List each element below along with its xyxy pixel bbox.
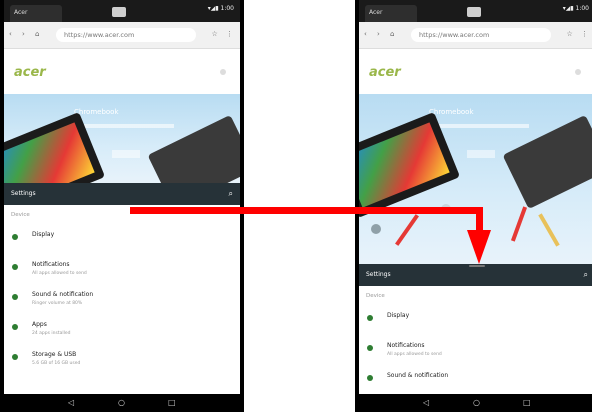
browser-toolbar: ‹ › ⌂ https://www.acer.com ☆ ⋮: [359, 22, 592, 49]
browser-tab[interactable]: Acer: [10, 5, 62, 22]
hero-subtitle: [439, 124, 529, 128]
hero-title: Chromebook: [429, 108, 474, 116]
browser-menu-icons[interactable]: ☆ ⋮: [566, 30, 591, 38]
apps-icon: [12, 324, 18, 330]
section-header: Device: [366, 293, 385, 299]
settings-panel-bar[interactable]: Settings ⌕: [4, 183, 240, 205]
device-left: Acer ▾◢▮ 1:00 ‹ › ⌂ https://www.acer.com…: [0, 0, 244, 412]
nav-icons[interactable]: ‹ › ⌂: [364, 30, 399, 38]
settings-item-notifications[interactable]: Notifications All apps allowed to send: [4, 254, 240, 284]
site-header: acer: [359, 49, 592, 94]
decor-pencil: [395, 214, 419, 246]
hero-subtitle: [84, 124, 174, 128]
screen-left: Acer ▾◢▮ 1:00 ‹ › ⌂ https://www.acer.com…: [4, 0, 240, 394]
sound-icon: [367, 375, 373, 381]
settings-item-storage[interactable]: Storage & USB 5.6 GB of 16 GB used: [4, 344, 240, 374]
address-bar[interactable]: https://www.acer.com: [411, 28, 551, 42]
address-bar[interactable]: https://www.acer.com: [56, 28, 196, 42]
url-text: https://www.acer.com: [419, 31, 490, 39]
home-icon[interactable]: ○: [473, 398, 480, 407]
hero-button[interactable]: [467, 150, 495, 158]
browser-tabbar: Acer ▾◢▮ 1:00: [359, 0, 592, 22]
decor-pencil: [510, 206, 528, 242]
hero-title: Chromebook: [74, 108, 119, 116]
menu-icon[interactable]: [575, 69, 581, 75]
settings-item-notifications[interactable]: Notifications All apps allowed to send: [359, 335, 592, 365]
search-icon[interactable]: ⌕: [229, 189, 233, 199]
back-icon[interactable]: ◁: [423, 398, 429, 407]
search-icon[interactable]: ⌕: [584, 270, 588, 280]
bell-icon: [12, 264, 18, 270]
home-icon[interactable]: ○: [118, 398, 125, 407]
tab-title: Acer: [14, 9, 28, 16]
new-tab-button[interactable]: [112, 7, 126, 17]
settings-title: Settings: [11, 190, 36, 197]
sound-icon: [12, 294, 18, 300]
site-header: acer: [4, 49, 240, 94]
android-navbar: ◁ ○ □: [0, 394, 244, 412]
annotation-arrow-shaft: [130, 207, 483, 214]
device-right: Acer ▾◢▮ 1:00 ‹ › ⌂ https://www.acer.com…: [355, 0, 592, 412]
android-navbar: ◁ ○ □: [355, 394, 592, 412]
status-icons: ▾◢▮ 1:00: [207, 5, 234, 12]
settings-item-display[interactable]: Display: [4, 224, 240, 254]
browser-toolbar: ‹ › ⌂ https://www.acer.com ☆ ⋮: [4, 22, 240, 49]
screen-right: Acer ▾◢▮ 1:00 ‹ › ⌂ https://www.acer.com…: [359, 0, 592, 394]
storage-icon: [12, 354, 18, 360]
settings-item-apps[interactable]: Apps 24 apps installed: [4, 314, 240, 344]
browser-menu-icons[interactable]: ☆ ⋮: [211, 30, 236, 38]
recents-icon[interactable]: □: [523, 398, 531, 407]
settings-item-sound[interactable]: Sound & notification Ringer volume at 80%: [4, 284, 240, 314]
drag-handle[interactable]: [469, 265, 485, 267]
annotation-arrow-head: [467, 230, 491, 264]
tab-title: Acer: [369, 9, 383, 16]
menu-icon[interactable]: [220, 69, 226, 75]
status-icons: ▾◢▮ 1:00: [562, 5, 589, 12]
browser-tabbar: Acer ▾◢▮ 1:00: [4, 0, 240, 22]
decor-pencil: [538, 213, 560, 247]
hero-button[interactable]: [112, 150, 140, 158]
settings-item-display[interactable]: Display: [359, 305, 592, 335]
decor-pin: [371, 224, 381, 234]
settings-title: Settings: [366, 271, 391, 278]
bell-icon: [367, 345, 373, 351]
display-icon: [367, 315, 373, 321]
settings-panel-bar[interactable]: Settings ⌕: [359, 264, 592, 286]
new-tab-button[interactable]: [467, 7, 481, 17]
display-icon: [12, 234, 18, 240]
hero-banner[interactable]: Chromebook: [4, 94, 240, 183]
tablet-image: [4, 111, 106, 183]
recents-icon[interactable]: □: [168, 398, 176, 407]
annotation-arrow-drop: [476, 210, 483, 232]
settings-item-sound[interactable]: Sound & notification: [359, 365, 592, 394]
acer-logo[interactable]: acer: [369, 65, 401, 80]
laptop-image: [502, 114, 592, 210]
browser-tab[interactable]: Acer: [365, 5, 417, 22]
back-icon[interactable]: ◁: [68, 398, 74, 407]
url-text: https://www.acer.com: [64, 31, 135, 39]
acer-logo[interactable]: acer: [14, 65, 46, 80]
nav-icons[interactable]: ‹ › ⌂: [9, 30, 44, 38]
